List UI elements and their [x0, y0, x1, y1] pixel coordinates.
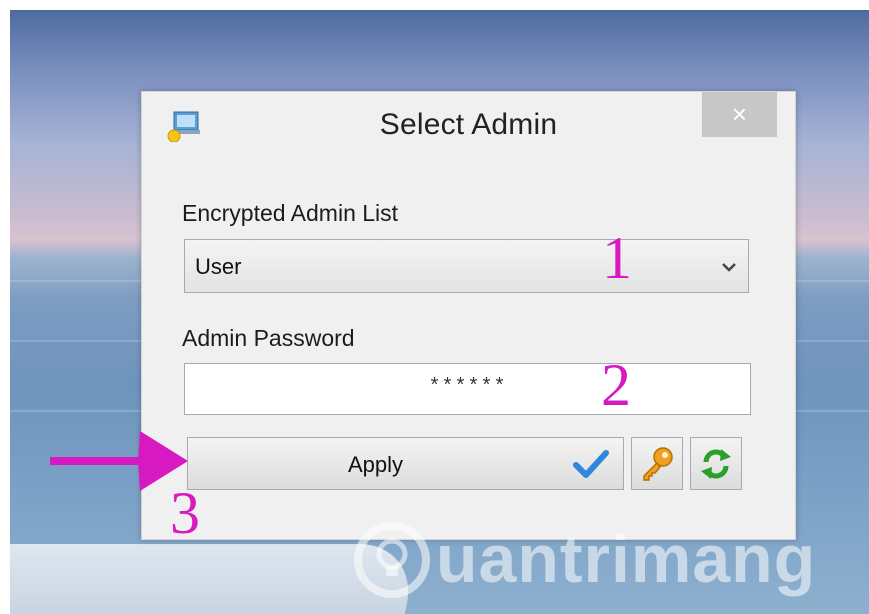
annotation-arrow [50, 431, 188, 491]
admin-password-label: Admin Password [182, 325, 355, 351]
watermark-text: uantrimang [436, 521, 817, 597]
apply-button-label: Apply [347, 452, 404, 477]
refresh-icon [701, 449, 731, 479]
annotation-number-2: 2 [601, 352, 631, 418]
checkmark-icon [573, 450, 609, 478]
close-button[interactable]: × [702, 92, 777, 137]
lightbulb-logo-icon [354, 522, 430, 598]
key-button[interactable] [631, 437, 683, 490]
dialog-title: Select Admin [379, 108, 558, 141]
selected-admin-value: User [195, 254, 242, 279]
annotation-number-1: 1 [602, 225, 632, 291]
refresh-button[interactable] [690, 437, 742, 490]
password-masked-value: ****** [428, 376, 507, 399]
title-bar: Select Admin × [142, 92, 795, 164]
close-icon: × [731, 99, 748, 129]
key-icon [643, 447, 673, 481]
chevron-down-icon [722, 263, 736, 272]
apply-button[interactable]: Apply [187, 437, 624, 490]
admin-password-field[interactable]: ****** [184, 363, 751, 415]
select-admin-dialog: Select Admin × Encrypted Admin List User… [141, 91, 796, 540]
watermark: uantrimang [352, 514, 869, 614]
encrypted-admin-list-label: Encrypted Admin List [182, 200, 399, 226]
admin-select-dropdown[interactable]: User [184, 239, 749, 293]
